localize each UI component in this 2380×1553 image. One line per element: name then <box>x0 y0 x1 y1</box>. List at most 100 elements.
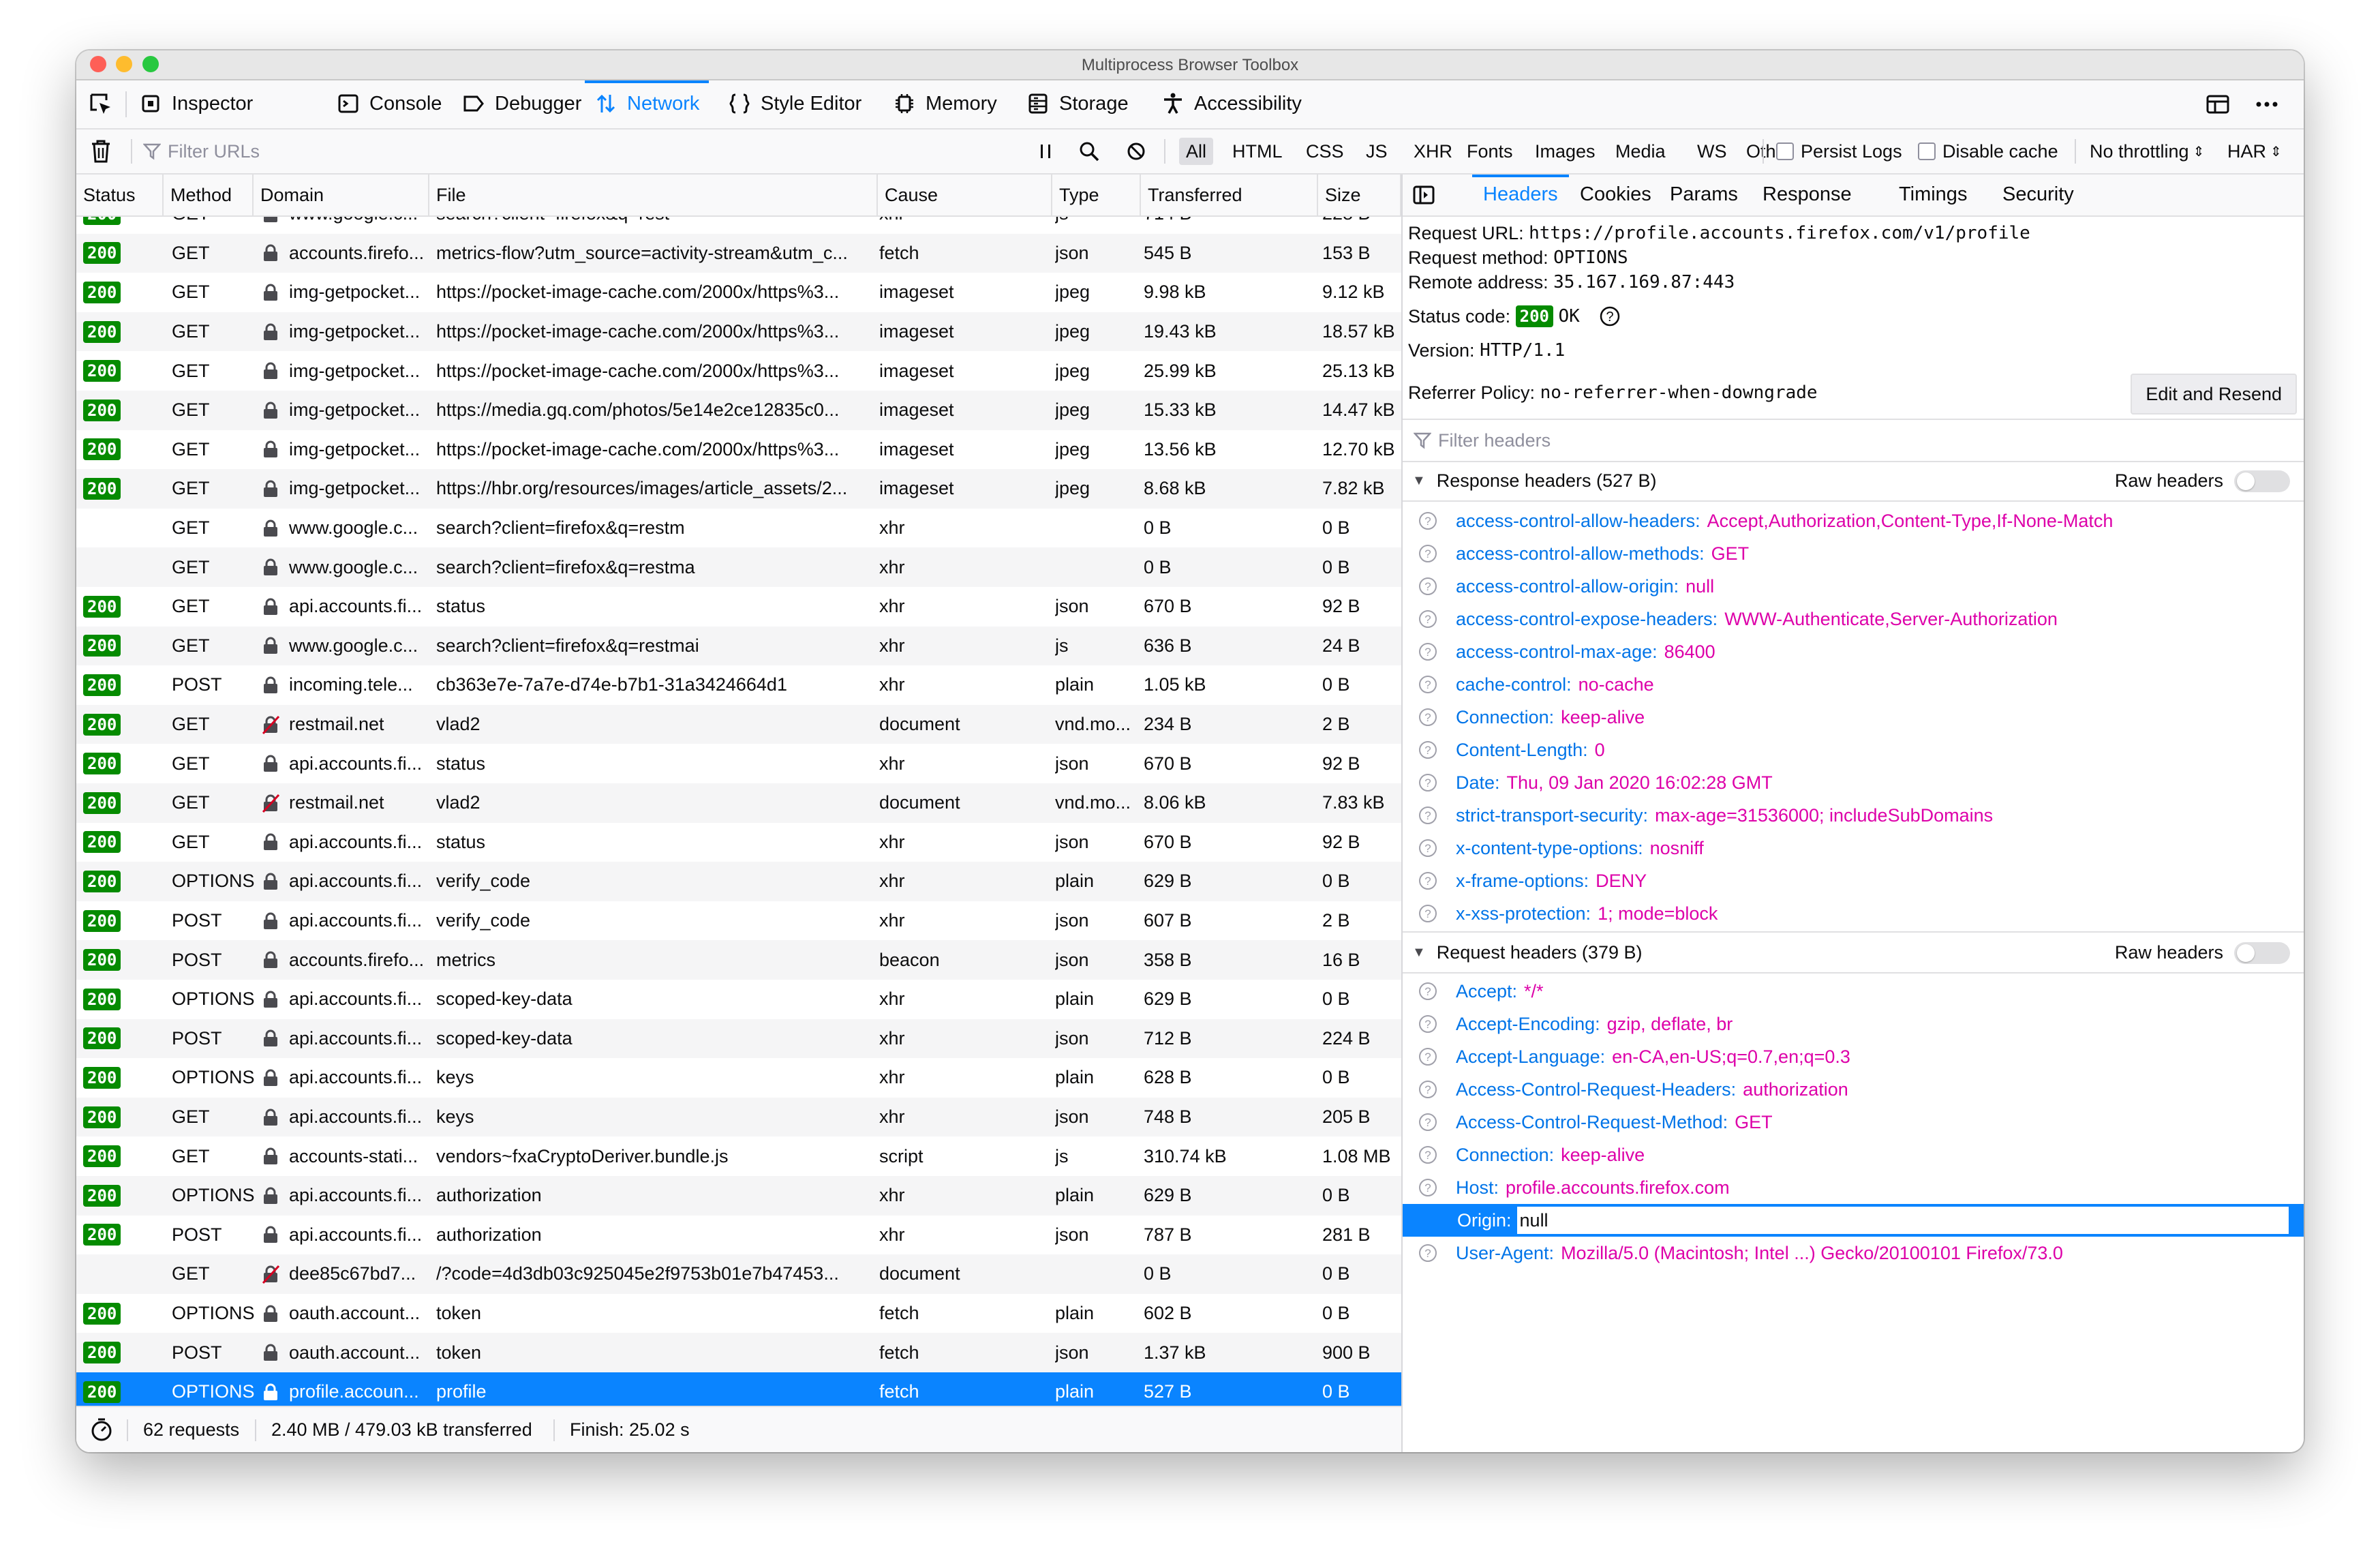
help-icon[interactable]: ? <box>1418 1145 1438 1165</box>
help-icon[interactable]: ? <box>1418 772 1438 793</box>
tab-debugger[interactable]: Debugger <box>462 80 581 127</box>
table-row[interactable]: 200 OPTIONS oauth.account... token fetch plai… <box>76 1294 1401 1333</box>
request-headers-section[interactable]: ▼ Request headers (379 B) Raw headers <box>1403 931 2304 974</box>
help-icon[interactable]: ? <box>1418 981 1438 1001</box>
help-icon[interactable]: ? <box>1418 642 1438 662</box>
response-headers-section[interactable]: ▼ Response headers (527 B) Raw headers <box>1403 461 2304 502</box>
help-icon[interactable]: ? <box>1599 305 1621 327</box>
header-row[interactable]: ? Content-Length: 0 <box>1403 734 2304 766</box>
header-row[interactable]: ? access-control-expose-headers: WWW-Authe… <box>1403 603 2304 635</box>
header-row[interactable]: ? Connection: keep-alive <box>1403 1139 2304 1171</box>
table-row[interactable]: 200 GET accounts.firefo... metrics-flow?utm… <box>76 233 1401 273</box>
table-row[interactable]: 200 GET restmail.net vlad2 document vnd.mo...… <box>76 704 1401 744</box>
filter-media-button[interactable]: Media <box>1608 138 1673 165</box>
table-row[interactable]: 200 OPTIONS api.accounts.fi... keys xhr plain… <box>76 1058 1401 1098</box>
table-row[interactable]: 200 POST api.accounts.fi... verify_code xhr j… <box>76 901 1401 941</box>
details-tab-cookies[interactable]: Cookies <box>1580 175 1651 214</box>
header-row[interactable]: ? Access-Control-Request-Method: GET <box>1403 1106 2304 1139</box>
help-icon[interactable]: ? <box>1418 740 1438 760</box>
details-tab-security[interactable]: Security <box>2002 175 2074 214</box>
persist-logs-checkbox[interactable]: Persist Logs <box>1776 130 1902 173</box>
header-row[interactable]: ? Access-Control-Request-Headers: authoriz… <box>1403 1073 2304 1106</box>
header-row[interactable]: Origin: null <box>1403 1204 2304 1237</box>
filter-headers-input[interactable]: Filter headers <box>1403 419 2304 462</box>
column-header-method[interactable]: Method <box>164 175 254 215</box>
header-row[interactable]: ? x-frame-options: DENY <box>1403 864 2304 897</box>
table-row[interactable]: 200 GET accounts-stati... vendors~fxaCrypto… <box>76 1136 1401 1176</box>
table-row[interactable]: 200 POST incoming.tele... cb363e7e-7a7e-d74… <box>76 665 1401 705</box>
help-icon[interactable]: ? <box>1418 838 1438 858</box>
column-header-transferred[interactable]: Transferred <box>1141 175 1318 215</box>
header-row[interactable]: ? strict-transport-security: max-age=31536… <box>1403 799 2304 832</box>
tab-accessibility[interactable]: Accessibility <box>1161 80 1302 127</box>
help-icon[interactable]: ? <box>1418 543 1438 564</box>
header-row[interactable]: ? User-Agent: Mozilla/5.0 (Macintosh; Inte… <box>1403 1237 2304 1269</box>
details-tab-headers[interactable]: Headers <box>1472 175 1569 214</box>
filter-ws-button[interactable]: WS <box>1690 138 1734 165</box>
column-header-type[interactable]: Type <box>1052 175 1141 215</box>
table-row[interactable]: 200 GET img-getpocket... https://pocket-ima… <box>76 312 1401 352</box>
filter-xhr-button[interactable]: XHR <box>1407 138 1459 165</box>
table-row[interactable]: 200 GET api.accounts.fi... status xhr json 670… <box>76 823 1401 862</box>
table-row[interactable]: 200 POST accounts.firefo... metrics beacon js… <box>76 940 1401 980</box>
dock-layout-icon[interactable] <box>2206 92 2230 117</box>
element-picker-icon[interactable] <box>89 92 113 117</box>
table-row[interactable]: 200 OPTIONS profile.accoun... profile fetch p… <box>76 1372 1401 1406</box>
help-icon[interactable]: ? <box>1418 674 1438 695</box>
table-row[interactable]: 200 GET img-getpocket... https://hbr.org/re… <box>76 469 1401 509</box>
details-tab-timings[interactable]: Timings <box>1899 175 1967 214</box>
header-row[interactable]: ? access-control-max-age: 86400 <box>1403 635 2304 668</box>
table-row[interactable]: 200 GET api.accounts.fi... keys xhr json 748 B… <box>76 1097 1401 1137</box>
filter-fonts-button[interactable]: Fonts <box>1460 138 1520 165</box>
help-icon[interactable]: ? <box>1418 1243 1438 1263</box>
table-row[interactable]: 200 GET img-getpocket... https://pocket-ima… <box>76 273 1401 312</box>
tab-network[interactable]: Network <box>584 80 710 127</box>
tab-inspector[interactable]: Inspector <box>139 80 253 127</box>
table-row[interactable]: 200 OPTIONS api.accounts.fi... verify_code x… <box>76 862 1401 901</box>
table-row[interactable]: 200 POST api.accounts.fi... scoped-key-data… <box>76 1019 1401 1059</box>
help-icon[interactable]: ? <box>1418 576 1438 597</box>
raw-request-headers-toggle[interactable] <box>2234 942 2290 964</box>
table-row[interactable]: 200 GET www.google.c... search?client=firef… <box>76 626 1401 666</box>
request-table-body[interactable]: 200 GET www.google.c... search?client=firef… <box>76 217 1401 1406</box>
header-row[interactable]: ? Date: Thu, 09 Jan 2020 16:02:28 GMT <box>1403 766 2304 799</box>
help-icon[interactable]: ? <box>1418 707 1438 727</box>
table-row[interactable]: 200 GET restmail.net vlad2 document vnd.mo...… <box>76 783 1401 823</box>
help-icon[interactable]: ? <box>1418 1046 1438 1067</box>
persist-logs-box[interactable] <box>1776 142 1794 160</box>
filter-js-button[interactable]: JS <box>1359 138 1394 165</box>
table-row[interactable]: 200 GET www.google.c... search?client=firef… <box>76 217 1401 234</box>
help-icon[interactable]: ? <box>1418 511 1438 531</box>
help-icon[interactable]: ? <box>1418 871 1438 891</box>
header-row[interactable]: ? access-control-allow-origin: null <box>1403 570 2304 603</box>
table-row[interactable]: GET www.google.c... search?client=firefox&… <box>76 547 1401 587</box>
pause-recording-button[interactable] <box>1036 130 1055 173</box>
search-button[interactable] <box>1078 130 1100 173</box>
header-row[interactable]: ? access-control-allow-headers: Accept,Aut… <box>1403 504 2304 537</box>
filter-html-button[interactable]: HTML <box>1225 138 1290 165</box>
header-row[interactable]: ? Accept: */* <box>1403 975 2304 1008</box>
help-icon[interactable]: ? <box>1418 1014 1438 1034</box>
table-row[interactable]: 200 POST api.accounts.fi... authorization xh… <box>76 1216 1401 1255</box>
table-row[interactable]: 200 GET img-getpocket... https://pocket-ima… <box>76 351 1401 391</box>
table-row[interactable]: GET dee85c67bd7... /?code=4d3db03c925045e2… <box>76 1254 1401 1294</box>
help-icon[interactable]: ? <box>1418 1079 1438 1100</box>
har-menu-button[interactable]: HAR ⇕ <box>2227 130 2282 173</box>
filter-all-button[interactable]: All <box>1179 138 1214 165</box>
table-row[interactable]: GET www.google.c... search?client=firefox&… <box>76 509 1401 548</box>
header-row[interactable]: ? Connection: keep-alive <box>1403 701 2304 734</box>
header-value-editor[interactable]: null <box>1515 1205 2290 1235</box>
column-header-size[interactable]: Size <box>1318 175 1401 215</box>
help-icon[interactable]: ? <box>1418 903 1438 924</box>
table-row[interactable]: 200 OPTIONS api.accounts.fi... scoped-key-d… <box>76 980 1401 1019</box>
tab-console[interactable]: Console <box>337 80 442 127</box>
clear-log-button[interactable] <box>90 130 112 173</box>
performance-analysis-button[interactable] <box>90 1407 113 1452</box>
more-options-icon[interactable] <box>2255 92 2279 117</box>
details-tab-response[interactable]: Response <box>1763 175 1852 214</box>
edit-and-resend-button[interactable]: Edit and Resend <box>2131 374 2297 414</box>
header-row[interactable]: ? Accept-Language: en-CA,en-US;q=0.7,en;q=… <box>1403 1040 2304 1073</box>
help-icon[interactable]: ? <box>1418 1177 1438 1198</box>
header-row[interactable]: ? Host: profile.accounts.firefox.com <box>1403 1171 2304 1204</box>
header-row[interactable]: ? Accept-Encoding: gzip, deflate, br <box>1403 1008 2304 1040</box>
